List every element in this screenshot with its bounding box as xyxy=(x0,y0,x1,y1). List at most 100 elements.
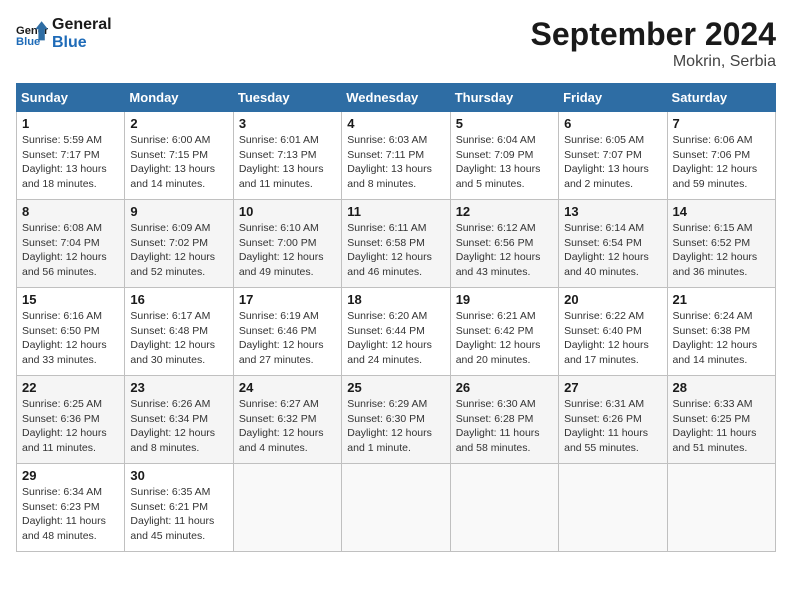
day-info: Sunrise: 6:17 AM Sunset: 6:48 PM Dayligh… xyxy=(130,309,227,368)
weekday-tuesday: Tuesday xyxy=(233,84,341,112)
weekday-header-row: SundayMondayTuesdayWednesdayThursdayFrid… xyxy=(17,84,776,112)
day-info: Sunrise: 6:26 AM Sunset: 6:34 PM Dayligh… xyxy=(130,397,227,456)
day-number: 4 xyxy=(347,116,444,131)
day-number: 16 xyxy=(130,292,227,307)
calendar-cell: 27 Sunrise: 6:31 AM Sunset: 6:26 PM Dayli… xyxy=(559,376,667,464)
day-info: Sunrise: 6:05 AM Sunset: 7:07 PM Dayligh… xyxy=(564,133,661,192)
day-number: 15 xyxy=(22,292,119,307)
page-header: General Blue General Blue September 2024… xyxy=(16,16,776,71)
day-info: Sunrise: 6:33 AM Sunset: 6:25 PM Dayligh… xyxy=(673,397,770,456)
calendar-cell: 28 Sunrise: 6:33 AM Sunset: 6:25 PM Dayli… xyxy=(667,376,775,464)
day-number: 26 xyxy=(456,380,553,395)
day-info: Sunrise: 6:10 AM Sunset: 7:00 PM Dayligh… xyxy=(239,221,336,280)
day-number: 25 xyxy=(347,380,444,395)
day-info: Sunrise: 6:21 AM Sunset: 6:42 PM Dayligh… xyxy=(456,309,553,368)
calendar-cell: 22Sunrise: 6:25 AM Sunset: 6:36 PM Dayli… xyxy=(17,376,125,464)
calendar-cell: 6 Sunrise: 6:05 AM Sunset: 7:07 PM Daylig… xyxy=(559,112,667,200)
calendar-cell: 2Sunrise: 6:00 AM Sunset: 7:15 PM Daylig… xyxy=(125,112,233,200)
day-info: Sunrise: 6:01 AM Sunset: 7:13 PM Dayligh… xyxy=(239,133,336,192)
day-number: 5 xyxy=(456,116,553,131)
week-row-4: 22Sunrise: 6:25 AM Sunset: 6:36 PM Dayli… xyxy=(17,376,776,464)
calendar-cell: 13 Sunrise: 6:14 AM Sunset: 6:54 PM Dayli… xyxy=(559,200,667,288)
day-info: Sunrise: 6:14 AM Sunset: 6:54 PM Dayligh… xyxy=(564,221,661,280)
weekday-monday: Monday xyxy=(125,84,233,112)
calendar-cell: 14 Sunrise: 6:15 AM Sunset: 6:52 PM Dayli… xyxy=(667,200,775,288)
day-info: Sunrise: 6:16 AM Sunset: 6:50 PM Dayligh… xyxy=(22,309,119,368)
week-row-1: 1 Sunrise: 5:59 AM Sunset: 7:17 PM Daylig… xyxy=(17,112,776,200)
calendar-cell: 10 Sunrise: 6:10 AM Sunset: 7:00 PM Dayli… xyxy=(233,200,341,288)
weekday-friday: Friday xyxy=(559,84,667,112)
calendar-cell: 24 Sunrise: 6:27 AM Sunset: 6:32 PM Dayli… xyxy=(233,376,341,464)
calendar-cell: 20 Sunrise: 6:22 AM Sunset: 6:40 PM Dayli… xyxy=(559,288,667,376)
weekday-thursday: Thursday xyxy=(450,84,558,112)
logo-blue: Blue xyxy=(52,34,112,52)
calendar-cell xyxy=(667,464,775,552)
location: Mokrin, Serbia xyxy=(531,53,776,71)
day-number: 30 xyxy=(130,468,227,483)
day-number: 12 xyxy=(456,204,553,219)
day-number: 17 xyxy=(239,292,336,307)
day-number: 10 xyxy=(239,204,336,219)
calendar-cell: 3 Sunrise: 6:01 AM Sunset: 7:13 PM Daylig… xyxy=(233,112,341,200)
day-number: 6 xyxy=(564,116,661,131)
day-number: 13 xyxy=(564,204,661,219)
calendar-cell: 7Sunrise: 6:06 AM Sunset: 7:06 PM Daylig… xyxy=(667,112,775,200)
day-info: Sunrise: 6:27 AM Sunset: 6:32 PM Dayligh… xyxy=(239,397,336,456)
calendar-cell: 29 Sunrise: 6:34 AM Sunset: 6:23 PM Dayli… xyxy=(17,464,125,552)
day-number: 27 xyxy=(564,380,661,395)
day-info: Sunrise: 6:08 AM Sunset: 7:04 PM Dayligh… xyxy=(22,221,119,280)
day-number: 21 xyxy=(673,292,770,307)
day-number: 14 xyxy=(673,204,770,219)
day-number: 11 xyxy=(347,204,444,219)
day-number: 8 xyxy=(22,204,119,219)
day-info: Sunrise: 6:19 AM Sunset: 6:46 PM Dayligh… xyxy=(239,309,336,368)
calendar-cell: 5 Sunrise: 6:04 AM Sunset: 7:09 PM Daylig… xyxy=(450,112,558,200)
calendar-cell: 8 Sunrise: 6:08 AM Sunset: 7:04 PM Daylig… xyxy=(17,200,125,288)
day-number: 3 xyxy=(239,116,336,131)
week-row-3: 15 Sunrise: 6:16 AM Sunset: 6:50 PM Dayli… xyxy=(17,288,776,376)
day-number: 28 xyxy=(673,380,770,395)
calendar-cell: 18 Sunrise: 6:20 AM Sunset: 6:44 PM Dayli… xyxy=(342,288,450,376)
day-info: Sunrise: 6:12 AM Sunset: 6:56 PM Dayligh… xyxy=(456,221,553,280)
calendar-cell xyxy=(342,464,450,552)
calendar-cell: 9 Sunrise: 6:09 AM Sunset: 7:02 PM Daylig… xyxy=(125,200,233,288)
day-number: 18 xyxy=(347,292,444,307)
day-info: Sunrise: 6:31 AM Sunset: 6:26 PM Dayligh… xyxy=(564,397,661,456)
calendar-cell: 25 Sunrise: 6:29 AM Sunset: 6:30 PM Dayli… xyxy=(342,376,450,464)
calendar-body: 1 Sunrise: 5:59 AM Sunset: 7:17 PM Daylig… xyxy=(17,112,776,552)
day-info: Sunrise: 6:04 AM Sunset: 7:09 PM Dayligh… xyxy=(456,133,553,192)
day-number: 29 xyxy=(22,468,119,483)
calendar-cell: 17 Sunrise: 6:19 AM Sunset: 6:46 PM Dayli… xyxy=(233,288,341,376)
weekday-wednesday: Wednesday xyxy=(342,84,450,112)
calendar-cell: 30 Sunrise: 6:35 AM Sunset: 6:21 PM Dayli… xyxy=(125,464,233,552)
day-info: Sunrise: 6:22 AM Sunset: 6:40 PM Dayligh… xyxy=(564,309,661,368)
day-info: Sunrise: 6:09 AM Sunset: 7:02 PM Dayligh… xyxy=(130,221,227,280)
calendar-cell: 11Sunrise: 6:11 AM Sunset: 6:58 PM Dayli… xyxy=(342,200,450,288)
day-info: Sunrise: 6:35 AM Sunset: 6:21 PM Dayligh… xyxy=(130,485,227,544)
logo-icon: General Blue xyxy=(16,18,48,50)
week-row-5: 29 Sunrise: 6:34 AM Sunset: 6:23 PM Dayli… xyxy=(17,464,776,552)
day-number: 22 xyxy=(22,380,119,395)
day-info: Sunrise: 5:59 AM Sunset: 7:17 PM Dayligh… xyxy=(22,133,119,192)
calendar-cell xyxy=(450,464,558,552)
day-info: Sunrise: 6:15 AM Sunset: 6:52 PM Dayligh… xyxy=(673,221,770,280)
calendar-cell xyxy=(559,464,667,552)
day-info: Sunrise: 6:34 AM Sunset: 6:23 PM Dayligh… xyxy=(22,485,119,544)
day-info: Sunrise: 6:00 AM Sunset: 7:15 PM Dayligh… xyxy=(130,133,227,192)
day-number: 20 xyxy=(564,292,661,307)
day-info: Sunrise: 6:03 AM Sunset: 7:11 PM Dayligh… xyxy=(347,133,444,192)
title-block: September 2024 Mokrin, Serbia xyxy=(531,16,776,71)
calendar-table: SundayMondayTuesdayWednesdayThursdayFrid… xyxy=(16,83,776,552)
day-info: Sunrise: 6:20 AM Sunset: 6:44 PM Dayligh… xyxy=(347,309,444,368)
logo: General Blue General Blue xyxy=(16,16,112,53)
calendar-cell: 26Sunrise: 6:30 AM Sunset: 6:28 PM Dayli… xyxy=(450,376,558,464)
calendar-cell: 1 Sunrise: 5:59 AM Sunset: 7:17 PM Daylig… xyxy=(17,112,125,200)
calendar-cell: 21Sunrise: 6:24 AM Sunset: 6:38 PM Dayli… xyxy=(667,288,775,376)
calendar-cell: 23Sunrise: 6:26 AM Sunset: 6:34 PM Dayli… xyxy=(125,376,233,464)
day-number: 9 xyxy=(130,204,227,219)
day-number: 1 xyxy=(22,116,119,131)
svg-text:Blue: Blue xyxy=(16,37,40,49)
logo-general: General xyxy=(52,16,112,34)
day-info: Sunrise: 6:29 AM Sunset: 6:30 PM Dayligh… xyxy=(347,397,444,456)
day-number: 24 xyxy=(239,380,336,395)
